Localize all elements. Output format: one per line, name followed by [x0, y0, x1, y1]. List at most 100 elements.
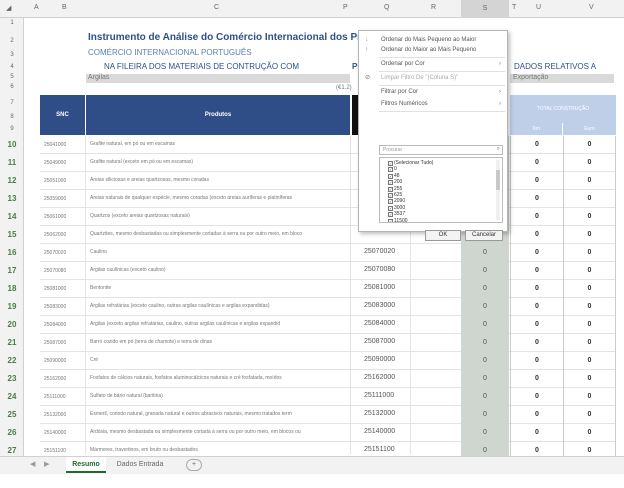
row-header[interactable]: 10: [0, 140, 24, 149]
row-header[interactable]: 17: [0, 266, 24, 275]
col-header-q[interactable]: Q: [384, 4, 389, 11]
checkbox-checked-icon[interactable]: ✓: [388, 205, 393, 211]
row-header[interactable]: 26: [0, 428, 24, 437]
col-header-r[interactable]: R: [431, 4, 436, 11]
euro-cell[interactable]: 0: [563, 154, 616, 172]
prev-sheet-icon[interactable]: ◀: [30, 460, 35, 468]
product-cell[interactable]: Argilas refratárias (exceto caulino, out…: [90, 303, 352, 309]
row-header[interactable]: 1: [0, 20, 24, 26]
product-cell[interactable]: Areias naturais de qualquer espécie, mes…: [90, 195, 352, 201]
euro-cell[interactable]: 0: [563, 190, 616, 208]
euro-cell[interactable]: 0: [563, 298, 616, 316]
col-header-s[interactable]: S: [461, 0, 509, 18]
table-row[interactable]: 25090000 Cré 25090000 0 0 0: [40, 352, 616, 370]
flow-cell[interactable]: Exportação: [510, 74, 614, 83]
ton-cell[interactable]: 0: [510, 424, 563, 442]
ton-cell[interactable]: 0: [510, 352, 563, 370]
table-row[interactable]: 25162000 Fosfatos de cálcios naturais, fo…: [40, 370, 616, 388]
s-cell[interactable]: 0: [461, 316, 509, 334]
checkbox-checked-icon[interactable]: ✓: [388, 161, 393, 166]
q-cell[interactable]: 25084000: [364, 320, 395, 327]
row-header[interactable]: 5: [0, 74, 24, 80]
ton-cell[interactable]: 0: [510, 226, 563, 244]
col-header-c[interactable]: C: [214, 4, 219, 11]
product-cell[interactable]: Grafite natural, em pó ou em escamas: [90, 141, 352, 147]
checkbox-checked-icon[interactable]: ✓: [388, 173, 393, 179]
filter-menu-item[interactable]: Filtros Numéricos ›: [359, 99, 507, 109]
col-header-b[interactable]: B: [62, 4, 67, 11]
nc-cell[interactable]: 25061000: [44, 214, 66, 220]
add-sheet-button[interactable]: +: [186, 459, 202, 471]
product-cell[interactable]: Argilas caulínicas (exceto caulino): [90, 267, 352, 273]
table-row[interactable]: 25041000 Grafite natural, em pó ou em esc…: [40, 136, 616, 154]
checkbox-checked-icon[interactable]: ✓: [388, 218, 393, 222]
ton-cell[interactable]: 0: [510, 334, 563, 352]
s-cell[interactable]: 0: [461, 352, 509, 370]
checkbox-checked-icon[interactable]: ✓: [388, 186, 393, 192]
ton-cell[interactable]: 0: [510, 298, 563, 316]
ton-cell[interactable]: 0: [510, 190, 563, 208]
ton-cell[interactable]: 0: [510, 172, 563, 190]
q-cell[interactable]: 25081000: [364, 284, 395, 291]
euro-cell[interactable]: 0: [563, 352, 616, 370]
nc-cell[interactable]: 25081000: [44, 286, 66, 292]
row-header[interactable]: 7: [0, 100, 24, 106]
row-header[interactable]: 27: [0, 446, 24, 455]
row-header[interactable]: 2: [0, 38, 24, 44]
table-row[interactable]: 25132000 Esmeril, corindo natural, granad…: [40, 406, 616, 424]
next-sheet-icon[interactable]: ▶: [44, 460, 49, 468]
table-row[interactable]: 25081000 Bentonite 25081000 0 0 0: [40, 280, 616, 298]
q-cell[interactable]: 25111000: [364, 392, 394, 399]
q-cell[interactable]: 25070080: [364, 266, 395, 273]
q-cell[interactable]: 25132000: [364, 410, 395, 417]
filter-menu-item[interactable]: Filtrar por Cor ›: [359, 87, 507, 97]
s-cell[interactable]: 0: [461, 298, 509, 316]
s-cell[interactable]: 0: [461, 244, 509, 262]
row-header[interactable]: 16: [0, 248, 24, 257]
nc-cell[interactable]: 25070020: [44, 250, 66, 256]
euro-cell[interactable]: 0: [563, 208, 616, 226]
col-header-v[interactable]: V: [589, 4, 594, 11]
product-cell[interactable]: Cré: [90, 357, 352, 363]
checkbox-checked-icon[interactable]: ✓: [388, 212, 393, 218]
checklist-scroll-thumb[interactable]: [496, 170, 500, 190]
q-cell[interactable]: 25083000: [364, 302, 395, 309]
nc-cell[interactable]: 25132000: [44, 412, 66, 418]
row-header[interactable]: 12: [0, 176, 24, 185]
row-header[interactable]: 18: [0, 284, 24, 293]
sheet-tab-dados-entrada[interactable]: Dados Entrada: [110, 457, 170, 473]
table-row[interactable]: 25070080 Argilas caulínicas (exceto cauli…: [40, 262, 616, 280]
nc-cell[interactable]: 25084000: [44, 322, 66, 328]
product-cell[interactable]: Bentonite: [90, 285, 352, 291]
euro-cell[interactable]: 0: [563, 424, 616, 442]
col-header-u[interactable]: U: [536, 4, 541, 11]
s-cell[interactable]: 0: [461, 334, 509, 352]
ton-cell[interactable]: 0: [510, 154, 563, 172]
checkbox-checked-icon[interactable]: ✓: [388, 193, 393, 198]
table-row[interactable]: 25111000 Sulfato de bário natural (bariti…: [40, 388, 616, 406]
nc-cell[interactable]: 25162000: [44, 376, 66, 382]
row-header[interactable]: 19: [0, 302, 24, 311]
table-row[interactable]: 25083000 Argilas refratárias (exceto caul…: [40, 298, 616, 316]
product-cell[interactable]: Ardósia, mesmo desbastada ou simplesment…: [90, 429, 352, 435]
euro-cell[interactable]: 0: [563, 226, 616, 244]
row-header[interactable]: 25: [0, 410, 24, 419]
table-row[interactable]: 25070020 Caulino 25070020 0 0 0: [40, 244, 616, 262]
row-header[interactable]: 6: [0, 84, 24, 90]
row-header[interactable]: 9: [0, 126, 24, 132]
checkbox-checked-icon[interactable]: ✓: [388, 180, 393, 186]
row-header[interactable]: 11: [0, 158, 24, 167]
checkbox-checked-icon[interactable]: ✓: [388, 199, 393, 205]
nc-cell[interactable]: 25083000: [44, 304, 66, 310]
row-header[interactable]: 8: [0, 114, 24, 120]
ton-cell[interactable]: 0: [510, 388, 563, 406]
ton-cell[interactable]: 0: [510, 316, 563, 334]
filter-checkbox-item[interactable]: ✓ 11500: [388, 218, 408, 222]
euro-cell[interactable]: 0: [563, 370, 616, 388]
row-header[interactable]: 20: [0, 320, 24, 329]
checklist-scrollbar[interactable]: [496, 160, 500, 220]
q-cell[interactable]: 25151100: [364, 446, 395, 453]
row-header[interactable]: 14: [0, 212, 24, 221]
row-header[interactable]: 22: [0, 356, 24, 365]
euro-cell[interactable]: 0: [563, 136, 616, 154]
